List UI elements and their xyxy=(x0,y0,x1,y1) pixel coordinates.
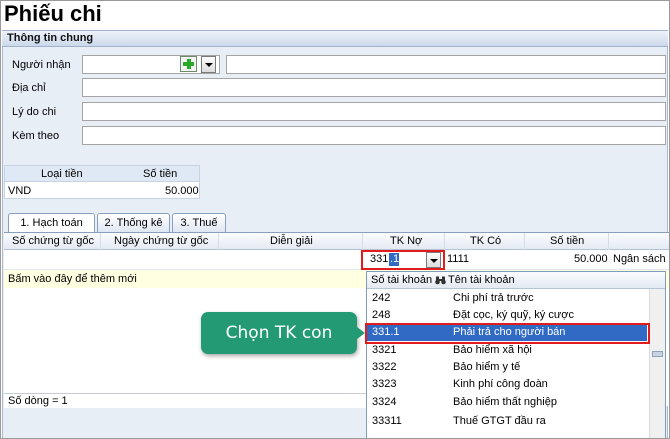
list-item[interactable]: 248 Đặt cọc, ký quỹ, ký cược xyxy=(367,307,647,324)
dropdown-col-code[interactable]: Số tài khoản xyxy=(371,274,432,286)
account-name: Chi phí trả trước xyxy=(453,292,534,304)
currency-type-header: Loại tiền xyxy=(41,168,83,180)
attach-input[interactable] xyxy=(82,126,666,145)
tab-hach-toan-label: 1. Hạch toán xyxy=(20,217,83,229)
address-input[interactable] xyxy=(82,78,666,97)
tab-thong-ke[interactable]: 2. Thống kê xyxy=(97,213,170,233)
account-code: 33311 xyxy=(372,415,402,427)
account-name: Bảo hiểm xã hội xyxy=(453,344,532,356)
dropdown-header: Số tài khoản Tên tài khoản xyxy=(367,272,665,289)
attach-label: Kèm theo xyxy=(12,130,60,142)
account-code: 3322 xyxy=(372,361,397,373)
section-title: Thông tin chung xyxy=(7,32,94,44)
table-row[interactable]: 1111 50.000 Ngân sách xyxy=(4,250,670,270)
callout-arrow xyxy=(357,327,365,339)
account-name: Bảo hiểm thất nghiệp xyxy=(453,396,557,408)
account-code: 3324 xyxy=(372,396,397,408)
currency-table: Loại tiền Số tiền VND 50.000 xyxy=(4,165,200,199)
account-name: Đặt cọc, ký quỹ, ký cược xyxy=(453,309,574,321)
reason-input[interactable] xyxy=(82,102,666,121)
account-code: 3323 xyxy=(372,378,397,390)
account-code: 248 xyxy=(372,309,391,321)
currency-type-value[interactable]: VND xyxy=(8,185,31,197)
plus-icon[interactable] xyxy=(180,56,197,72)
window-title: Phiếu chi xyxy=(4,1,102,26)
account-dropdown[interactable]: Số tài khoản Tên tài khoản 242 Chi phí t… xyxy=(366,271,666,439)
list-item[interactable]: 3322 Bảo hiểm y tế xyxy=(367,359,647,376)
section-header: Thông tin chung xyxy=(2,30,668,47)
list-item[interactable]: 3321 Bảo hiểm xã hội xyxy=(367,342,647,359)
budget-value[interactable]: Ngân sách xyxy=(613,253,666,265)
list-item[interactable]: 242 Chi phí trả trước xyxy=(367,290,647,307)
highlight-frame xyxy=(365,323,650,344)
account-name: Bảo hiểm y tế xyxy=(453,361,521,373)
currency-amount-value[interactable]: 50.000 xyxy=(165,185,199,197)
currency-header: Loại tiền Số tiền xyxy=(5,166,199,182)
tab-hach-toan[interactable]: 1. Hạch toán xyxy=(8,213,95,234)
callout-badge: Chọn TK con xyxy=(201,312,357,354)
col-source-doc-no[interactable]: Số chứng từ gốc xyxy=(12,235,94,247)
recipient-label: Người nhận xyxy=(12,59,71,71)
col-source-doc-date[interactable]: Ngày chứng từ gốc xyxy=(114,235,208,247)
callout-text: Chọn TK con xyxy=(225,323,333,343)
scrollbar-thumb[interactable] xyxy=(652,351,663,357)
tab-thong-ke-label: 2. Thống kê xyxy=(104,217,163,229)
reason-label: Lý do chi xyxy=(12,106,57,118)
credit-account-value[interactable]: 1111 xyxy=(447,253,469,265)
dropdown-col-name[interactable]: Tên tài khoản xyxy=(448,274,515,286)
address-label: Địa chỉ xyxy=(12,82,46,94)
title-bar: Phiếu chi xyxy=(0,0,670,30)
col-credit-account[interactable]: TK Có xyxy=(470,235,501,247)
highlight-frame xyxy=(361,250,445,270)
list-item[interactable]: 33311 Thuế GTGT đầu ra xyxy=(367,413,647,430)
tab-thue-label: 3. Thuế xyxy=(180,217,218,229)
status-bar: Số dòng = 1 xyxy=(4,393,366,408)
binoculars-icon xyxy=(435,276,446,285)
currency-amount-header: Số tiền xyxy=(143,168,178,180)
list-item[interactable]: 3324 Bảo hiểm thất nghiệp xyxy=(367,394,647,411)
account-code: 3321 xyxy=(372,344,397,356)
account-code: 242 xyxy=(372,292,391,304)
tab-thue[interactable]: 3. Thuế xyxy=(172,213,226,233)
row-count: Số dòng = 1 xyxy=(8,395,68,407)
grid-header: Số chứng từ gốc Ngày chứng từ gốc Diễn g… xyxy=(4,233,670,250)
col-description[interactable]: Diễn giải xyxy=(270,235,313,247)
recipient-code-input[interactable] xyxy=(82,55,220,74)
col-debit-account[interactable]: TK Nợ xyxy=(390,235,422,247)
amount-value[interactable]: 50.000 xyxy=(574,253,608,265)
account-name: Kinh phí công đoàn xyxy=(453,378,548,390)
add-row-text: Bấm vào đây để thêm mới xyxy=(8,273,137,285)
list-item[interactable]: 3323 Kinh phí công đoàn xyxy=(367,376,647,393)
dropdown-scrollbar[interactable] xyxy=(649,289,665,438)
account-name: Thuế GTGT đầu ra xyxy=(453,415,546,427)
recipient-dropdown-button[interactable] xyxy=(201,56,216,73)
col-amount[interactable]: Số tiền xyxy=(550,235,584,247)
recipient-name-input[interactable] xyxy=(226,55,666,74)
